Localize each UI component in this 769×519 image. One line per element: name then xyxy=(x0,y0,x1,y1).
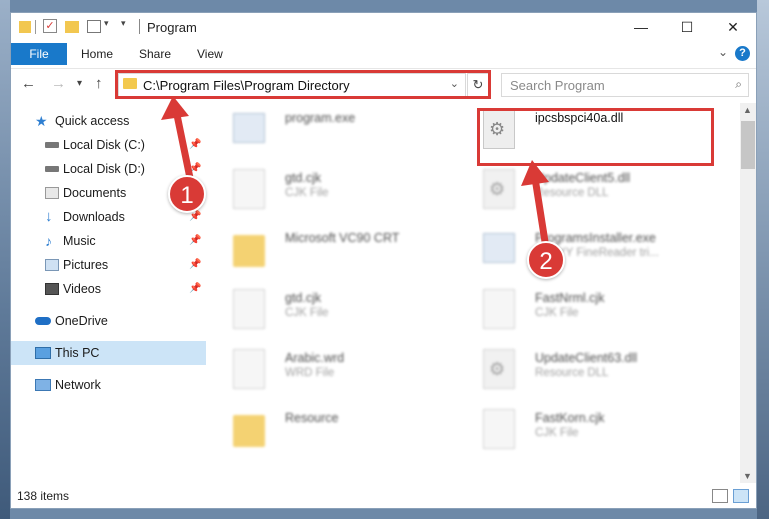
step-badge-2: 2 xyxy=(527,241,565,279)
annotation-arrows xyxy=(161,96,550,252)
arrow-1 xyxy=(161,96,194,182)
step-badge-1: 1 xyxy=(168,175,206,213)
arrow-2 xyxy=(521,160,550,252)
